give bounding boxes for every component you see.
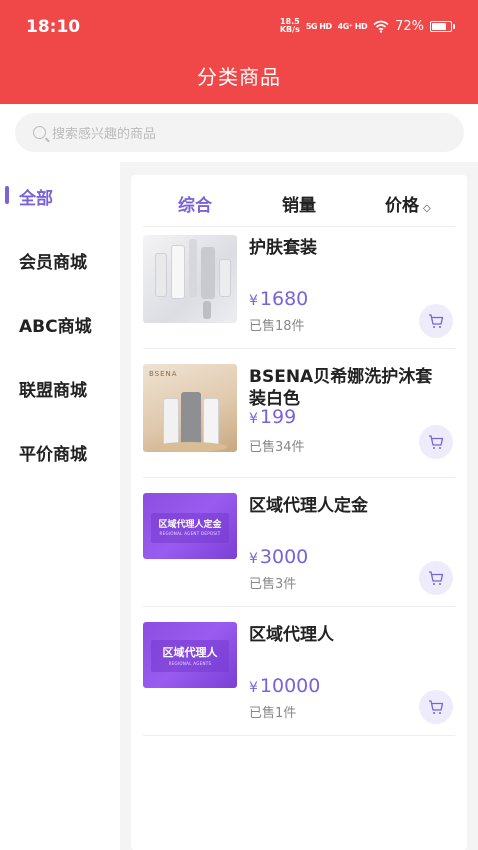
add-to-cart-button[interactable]: [419, 425, 453, 459]
product-price: ¥10000: [249, 675, 320, 697]
currency-symbol: ¥: [249, 293, 258, 309]
currency-symbol: ¥: [249, 551, 258, 567]
wifi-icon: [373, 20, 389, 33]
battery-percent: 72%: [395, 18, 424, 34]
product-name: 护肤套装: [249, 238, 317, 258]
thumb-brand-text: BSENA: [149, 370, 178, 378]
cart-icon: [429, 700, 444, 714]
add-to-cart-button[interactable]: [419, 561, 453, 595]
divider: [143, 735, 455, 736]
thumb-subtitle: REGIONAL AGENT DEPOSIT: [159, 531, 221, 536]
sidebar-item-budget-mall[interactable]: 平价商城: [19, 440, 87, 465]
tab-comprehensive[interactable]: 综合: [178, 191, 212, 216]
currency-symbol: ¥: [249, 411, 258, 427]
app-header: 18:10 18.5 KB/s 5G HD 4G⁺ HD 72% 分类商品: [0, 0, 478, 104]
tab-price-label: 价格: [385, 196, 419, 216]
net-speed-unit: KB/s: [279, 25, 300, 34]
search-placeholder: 搜索感兴趣的商品: [52, 127, 157, 142]
product-name: 区域代理人定金: [249, 496, 368, 516]
sold-count: 已售34件: [249, 440, 305, 455]
sidebar-item-alliance-mall[interactable]: 联盟商城: [19, 376, 87, 401]
product-item[interactable]: 区域代理人 REGIONAL AGENTS 区域代理人 ¥10000 已售1件: [143, 614, 455, 742]
sold-count: 已售1件: [249, 706, 297, 721]
search-bar-container: 搜索感兴趣的商品: [0, 104, 478, 162]
price-value: 3000: [259, 546, 309, 568]
sort-tabs: 综合 销量 价格 ◇: [131, 175, 467, 227]
divider: [143, 477, 455, 478]
add-to-cart-button[interactable]: [419, 690, 453, 724]
sold-count: 已售18件: [249, 319, 305, 334]
cart-icon: [429, 435, 444, 449]
product-thumbnail: 区域代理人定金 REGIONAL AGENT DEPOSIT: [143, 493, 237, 559]
active-category-indicator: [5, 186, 9, 204]
product-price: ¥3000: [249, 546, 308, 568]
product-thumbnail: 区域代理人 REGIONAL AGENTS: [143, 622, 237, 688]
price-value: 199: [259, 406, 297, 428]
search-icon: [33, 126, 46, 139]
product-thumbnail: [143, 235, 237, 323]
thumb-title: 区域代理人: [162, 646, 218, 659]
product-name: 区域代理人: [249, 625, 334, 645]
product-price: ¥199: [249, 406, 296, 428]
currency-symbol: ¥: [249, 680, 258, 696]
product-panel: 综合 销量 价格 ◇ 护肤套装 ¥1680 已售18件 BSENA BSENA贝…: [131, 175, 467, 850]
product-price: ¥1680: [249, 288, 308, 310]
product-item[interactable]: BSENA BSENA贝希娜洗护沐套装白色 ¥199 已售34件: [143, 356, 455, 484]
page-title: 分类商品: [197, 65, 281, 89]
battery-icon: [430, 20, 455, 32]
product-thumbnail: BSENA: [143, 364, 237, 452]
sold-count: 已售3件: [249, 577, 297, 592]
price-value: 10000: [259, 675, 321, 697]
tab-price[interactable]: 价格 ◇: [385, 191, 431, 216]
sidebar-item-member-mall[interactable]: 会员商城: [19, 248, 87, 273]
sidebar-item-all[interactable]: 全部: [19, 184, 53, 209]
sidebar-item-abc-mall[interactable]: ABC商城: [19, 312, 92, 337]
divider: [143, 348, 455, 349]
add-to-cart-button[interactable]: [419, 304, 453, 338]
product-name: BSENA贝希娜洗护沐套装白色: [249, 367, 433, 409]
signal-5g-icon: 5G HD: [305, 21, 332, 31]
thumb-subtitle: REGIONAL AGENTS: [168, 661, 212, 666]
cart-icon: [429, 314, 444, 328]
product-item[interactable]: 区域代理人定金 REGIONAL AGENT DEPOSIT 区域代理人定金 ¥…: [143, 485, 455, 613]
sort-icon: ◇: [423, 203, 431, 214]
net-speed: 18.5 KB/s: [280, 18, 300, 34]
search-input[interactable]: 搜索感兴趣的商品: [15, 113, 464, 152]
divider: [143, 606, 455, 607]
cart-icon: [429, 571, 444, 585]
status-indicators: 18.5 KB/s 5G HD 4G⁺ HD 72%: [280, 18, 455, 34]
tab-sales[interactable]: 销量: [282, 191, 316, 216]
status-bar: 18:10 18.5 KB/s 5G HD 4G⁺ HD 72%: [0, 0, 478, 54]
status-time: 18:10: [26, 17, 81, 37]
price-value: 1680: [259, 288, 309, 310]
signal-4g-icon: 4G⁺ HD: [337, 21, 368, 31]
thumb-title: 区域代理人定金: [158, 520, 222, 530]
product-item[interactable]: 护肤套装 ¥1680 已售18件: [143, 227, 455, 355]
